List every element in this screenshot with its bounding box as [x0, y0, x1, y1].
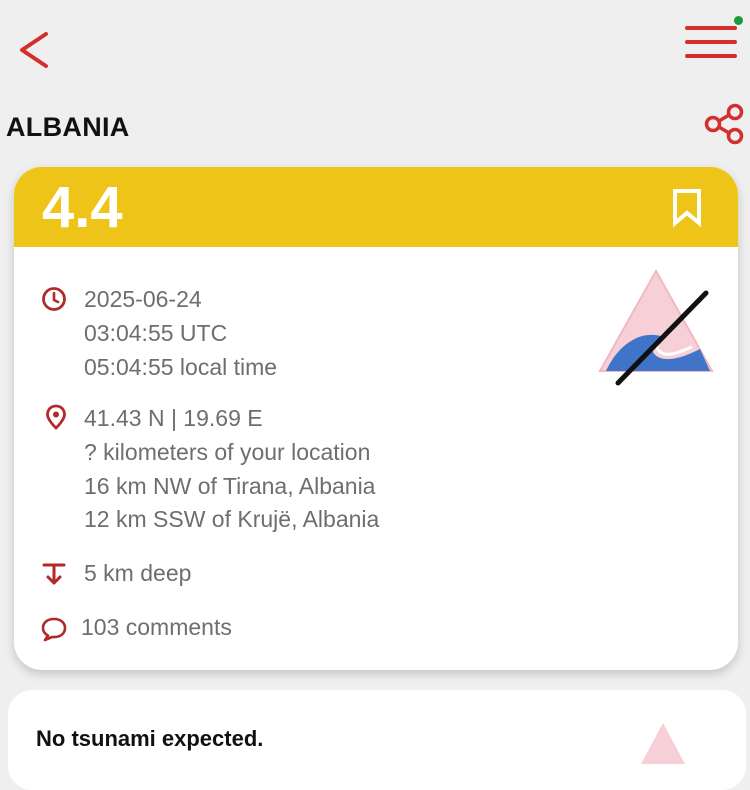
depth-icon [42, 563, 66, 585]
magnitude-value: 4.4 [42, 175, 123, 240]
comments-count[interactable]: 103 comments [81, 614, 232, 641]
tsunami-status-card[interactable]: No tsunami expected. [8, 690, 746, 790]
chevron-left-icon [20, 32, 48, 68]
nearby-place-2: 12 km SSW of Krujë, Albania [84, 506, 380, 532]
location-pin-icon [46, 404, 66, 430]
top-bar [0, 0, 750, 100]
clock-icon [42, 287, 66, 311]
distance-from-user: ? kilometers of your location [84, 439, 371, 465]
event-depth: 5 km deep [84, 560, 192, 586]
tsunami-status-text: No tsunami expected. [36, 726, 264, 751]
tsunami-warning-icon [641, 723, 685, 764]
notification-dot [734, 16, 743, 25]
bookmark-button[interactable] [669, 187, 705, 228]
event-coordinates: 41.43 N | 19.69 E [84, 405, 263, 431]
share-icon [704, 103, 744, 145]
back-button[interactable] [14, 28, 54, 72]
event-time-local: 05:04:55 local time [84, 354, 278, 380]
event-time-utc: 03:04:55 UTC [84, 320, 228, 346]
comment-icon [41, 617, 67, 642]
no-tsunami-icon [598, 268, 714, 386]
menu-button[interactable] [684, 22, 738, 62]
hamburger-menu-icon [685, 26, 737, 58]
region-title: ALBANIA [6, 112, 130, 142]
nearby-place-1: 16 km NW of Tirana, Albania [84, 473, 376, 499]
bookmark-icon [673, 189, 701, 228]
magnitude-header: 4.4 [14, 167, 738, 247]
event-date: 2025-06-24 [84, 286, 202, 312]
share-button[interactable] [702, 102, 746, 146]
earthquake-card[interactable]: 4.4 2025-06-24 03:04:55 UTC 05:04:55 loc… [14, 167, 738, 670]
